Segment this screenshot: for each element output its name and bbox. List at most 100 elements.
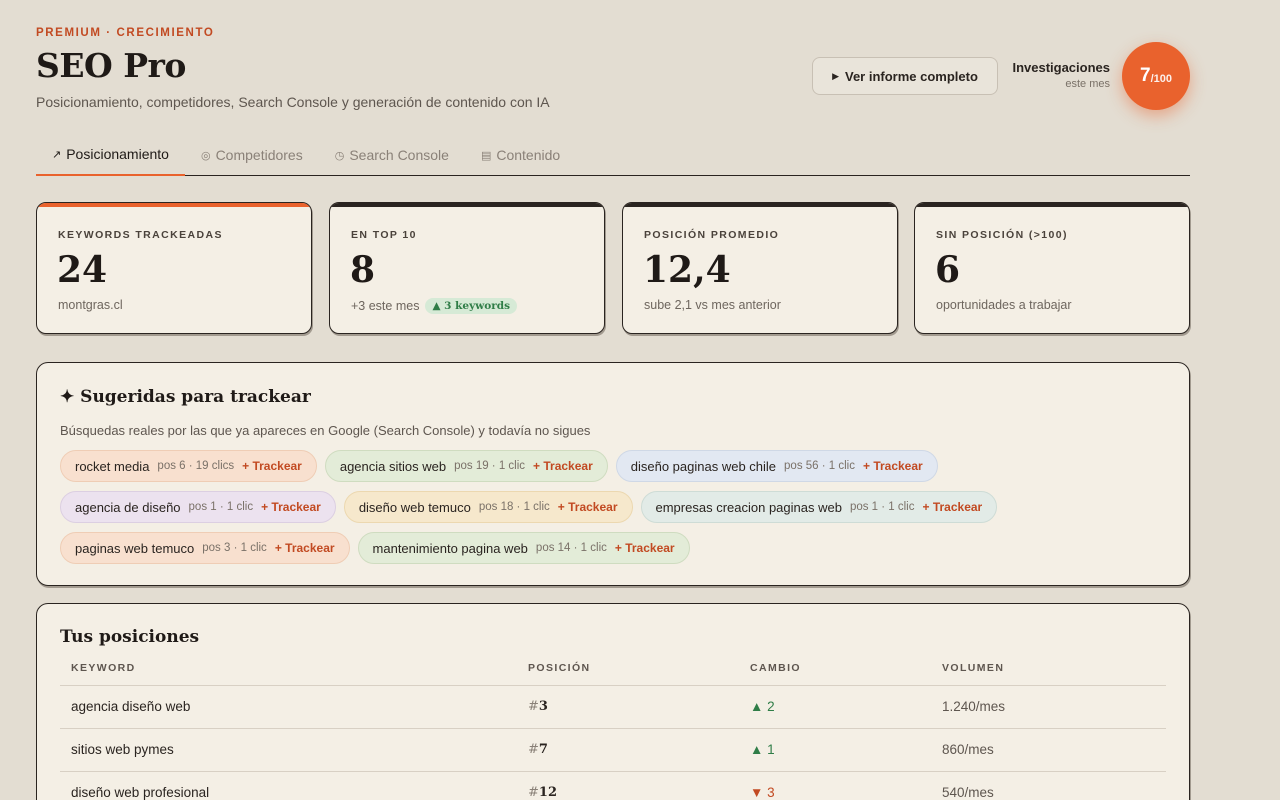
suggested-keyword-chip[interactable]: diseño web temuco pos 18 · 1 clic + Trac… — [343, 491, 633, 523]
positions-title: Tus posiciones — [60, 627, 200, 647]
chip-meta: pos 14 · 1 clic — [535, 542, 607, 554]
investigations-counter-badge: 7/100 — [1122, 42, 1190, 110]
chip-meta: pos 1 · 1 clic — [188, 501, 254, 513]
stat-value: 6 — [935, 249, 961, 291]
tab-competidores[interactable]: ◎ Competidores — [185, 134, 319, 176]
tab-posicionamiento[interactable]: ↗ Posicionamiento — [36, 134, 185, 176]
row-keyword: agencia diseño web — [71, 699, 191, 714]
chip-meta: pos 19 · 1 clic — [454, 460, 526, 472]
track-button[interactable]: + Trackear — [863, 459, 923, 473]
chip-keyword: rocket media — [75, 458, 150, 474]
plan-eyebrow: PREMIUM · CRECIMIENTO — [36, 27, 215, 39]
stat-value: 12,4 — [643, 249, 731, 291]
track-button[interactable]: + Trackear — [275, 541, 335, 555]
row-change: ▲ 1 — [750, 742, 775, 757]
trend-icon: ↗ — [52, 148, 62, 161]
tab-label: Competidores — [215, 147, 303, 163]
chip-keyword: agencia de diseño — [75, 499, 181, 515]
table-row[interactable]: sitios web pymes #7 ▲ 1 860/mes — [60, 728, 1166, 771]
full-report-button[interactable]: ▶ Ver informe completo — [812, 57, 998, 95]
trend-badge: ▲ 3 keywords — [425, 298, 518, 314]
chip-meta: pos 1 · 1 clic — [849, 501, 915, 513]
stat-card-avg-position: POSICIÓN PROMEDIO 12,4 sube 2,1 vs mes a… — [622, 202, 898, 334]
stat-foot: sube 2,1 vs mes anterior — [644, 298, 781, 312]
document-icon: ▤ — [480, 149, 492, 162]
stat-label: POSICIÓN PROMEDIO — [644, 229, 780, 241]
track-button[interactable]: + Trackear — [533, 459, 593, 473]
suggested-keyword-chip[interactable]: empresas creacion paginas web pos 1 · 1 … — [640, 491, 998, 523]
chip-meta: pos 6 · 19 clics — [157, 460, 235, 472]
row-volume: 1.240/mes — [942, 699, 1006, 714]
full-report-label: Ver informe completo — [845, 68, 978, 84]
stat-label: SIN POSICIÓN (>100) — [936, 229, 1068, 241]
row-volume: 860/mes — [942, 742, 994, 757]
clock-icon: ◷ — [334, 149, 345, 162]
chip-meta: pos 3 · 1 clic — [202, 542, 267, 554]
suggested-keyword-chip[interactable]: mantenimiento pagina web pos 14 · 1 clic… — [357, 532, 690, 564]
chip-meta: pos 56 · 1 clic — [784, 460, 855, 472]
column-header-position[interactable]: POSICIÓN — [528, 662, 591, 674]
stat-foot: oportunidades a trabajar — [936, 298, 1072, 312]
stat-value: 8 — [350, 249, 376, 291]
track-button[interactable]: + Trackear — [615, 541, 675, 555]
investigations-total: /100 — [1150, 72, 1172, 85]
positions-panel: Tus posiciones KEYWORD POSICIÓN CAMBIO V… — [36, 603, 1190, 800]
tab-search-console[interactable]: ◷ Search Console — [319, 134, 465, 176]
table-row[interactable]: diseño web profesional #12 ▼ 3 540/mes — [60, 771, 1166, 800]
stat-card-keywords-tracked: KEYWORDS TRACKEADAS 24 montgras.cl — [36, 202, 312, 334]
row-keyword: diseño web profesional — [71, 785, 210, 800]
section-tabs: ↗ Posicionamiento ◎ Competidores ◷ Searc… — [36, 134, 1190, 176]
row-position: #3 — [528, 699, 548, 714]
track-button[interactable]: + Trackear — [242, 459, 302, 473]
chip-meta: pos 18 · 1 clic — [478, 501, 550, 513]
column-header-volume[interactable]: VOLUMEN — [942, 662, 1004, 674]
page-title: SEO Pro — [36, 46, 186, 85]
investigations-used: 7 — [1140, 65, 1151, 86]
row-change: ▲ 2 — [750, 699, 775, 714]
page-subtitle: Posicionamiento, competidores, Search Co… — [36, 94, 550, 110]
table-row[interactable]: agencia diseño web #3 ▲ 2 1.240/mes — [60, 685, 1166, 728]
column-header-keyword[interactable]: KEYWORD — [71, 662, 136, 674]
tab-contenido[interactable]: ▤ Contenido — [465, 134, 576, 176]
card-accent-bar — [37, 203, 311, 207]
investigations-sub: este mes — [1065, 78, 1110, 90]
card-accent-bar — [330, 203, 604, 207]
chip-keyword: empresas creacion paginas web — [655, 499, 842, 515]
suggested-keyword-chip[interactable]: paginas web temuco pos 3 · 1 clic + Trac… — [60, 532, 350, 564]
row-keyword: sitios web pymes — [71, 742, 174, 757]
stat-card-no-position: SIN POSICIÓN (>100) 6 oportunidades a tr… — [914, 202, 1190, 334]
row-position: #12 — [528, 785, 557, 800]
stat-foot: +3 este mes — [351, 299, 420, 313]
track-button[interactable]: + Trackear — [261, 500, 321, 514]
row-change: ▼ 3 — [750, 785, 775, 800]
suggested-keyword-chip[interactable]: diseño paginas web chile pos 56 · 1 clic… — [615, 450, 938, 482]
suggested-keyword-chip[interactable]: agencia de diseño pos 1 · 1 clic + Track… — [60, 491, 336, 523]
investigations-label: Investigaciones — [1012, 60, 1110, 75]
stat-label: KEYWORDS TRACKEADAS — [58, 229, 223, 241]
suggested-keyword-chip[interactable]: agencia sitios web pos 19 · 1 clic + Tra… — [324, 450, 608, 482]
row-volume: 540/mes — [942, 785, 994, 800]
chip-keyword: diseño paginas web chile — [630, 458, 777, 474]
chip-keyword: mantenimiento pagina web — [372, 540, 528, 556]
stat-foot: montgras.cl — [58, 298, 123, 312]
chip-keyword: diseño web temuco — [358, 499, 471, 515]
suggested-keywords-panel: ✦ Sugeridas para trackear Búsquedas real… — [36, 362, 1190, 586]
track-button[interactable]: + Trackear — [923, 500, 983, 514]
column-header-change[interactable]: CAMBIO — [750, 662, 801, 674]
track-button[interactable]: + Trackear — [558, 500, 618, 514]
tab-label: Search Console — [349, 147, 449, 163]
play-icon: ▶ — [832, 70, 839, 81]
chip-keyword: agencia sitios web — [339, 458, 447, 474]
stat-card-top10: EN TOP 10 8 +3 este mes ▲ 3 keywords — [329, 202, 605, 334]
suggested-title: ✦ Sugeridas para trackear — [60, 387, 311, 407]
row-position: #7 — [528, 742, 548, 757]
tab-label: Posicionamiento — [66, 146, 169, 162]
suggested-description: Búsquedas reales por las que ya apareces… — [60, 423, 591, 438]
target-icon: ◎ — [200, 149, 211, 162]
suggested-keyword-chip[interactable]: rocket media pos 6 · 19 clics + Trackear — [60, 450, 317, 482]
card-accent-bar — [915, 203, 1189, 207]
stat-value: 24 — [57, 249, 108, 291]
chip-keyword: paginas web temuco — [75, 540, 195, 556]
table-header: KEYWORD POSICIÓN CAMBIO VOLUMEN — [60, 662, 1166, 686]
card-accent-bar — [623, 203, 897, 207]
